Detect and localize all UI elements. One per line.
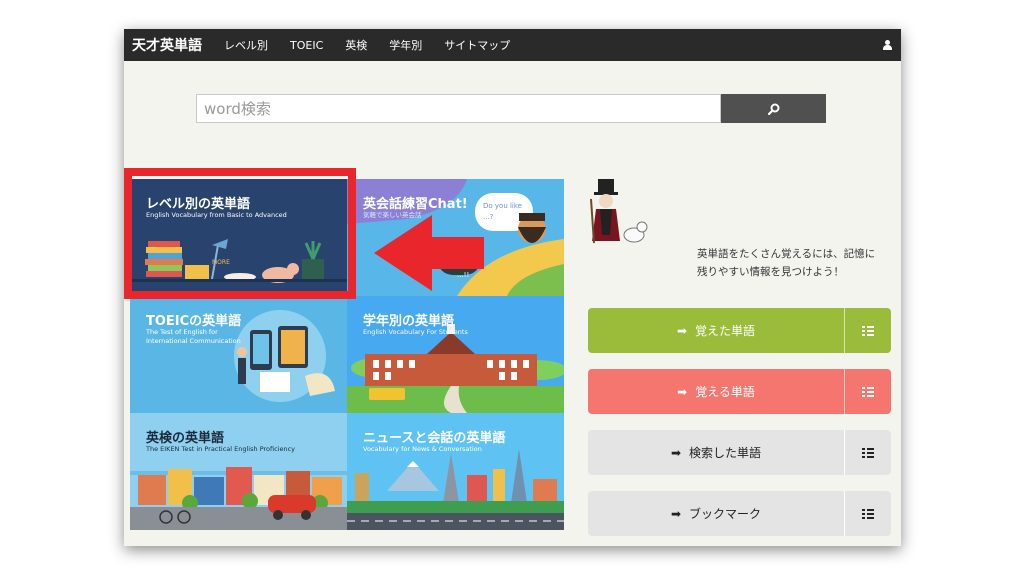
top-navbar: 天才英単語 レベル別 TOEIC 英検 学年別 サイトマップ (124, 29, 901, 61)
tile-title: ニュースと会話の英単語 (363, 431, 506, 446)
searched-words-main[interactable]: ➡ 検索した単語 (588, 430, 844, 475)
arrow-right-icon: ➡ (670, 506, 682, 521)
highlight-box (124, 168, 356, 299)
button-label: 覚える単語 (695, 385, 755, 399)
tile-subtitle: Vocabulary for News & Conversation (363, 445, 482, 453)
to-memorize-words-list-button[interactable] (844, 369, 891, 414)
tile-grade[interactable]: 学年別の英単語 English Vocabulary For Students (347, 296, 564, 413)
bookmark-list-button[interactable] (844, 491, 891, 536)
tile-title: 学年別の英単語 (363, 314, 455, 329)
bookmark-button[interactable]: ➡ ブックマーク (588, 491, 891, 536)
search-button[interactable] (721, 94, 826, 123)
arrow-right-icon: ➡ (670, 445, 682, 460)
search-icon (767, 103, 779, 115)
arrow-right-icon: ➡ (677, 384, 688, 399)
button-label: ブックマーク (689, 507, 762, 521)
tile-subtitle: The EIKEN Test in Practical English Prof… (146, 445, 296, 453)
tile-title: TOEICの英単語 (146, 314, 242, 329)
tile-eiken[interactable]: 英検の英単語 The EIKEN Test in Practical Engli… (130, 413, 347, 530)
to-memorize-words-button[interactable]: ➡ 覚える単語 (588, 369, 891, 414)
browser-window: 天才英単語 レベル別 TOEIC 英検 学年別 サイトマップ word検索 レベ… (124, 29, 901, 546)
tile-subtitle: The Test of English for International Co… (146, 328, 241, 345)
tip-line-1: 英単語をたくさん覚えるには、記憶に (697, 248, 876, 260)
user-icon[interactable] (883, 40, 892, 50)
memorized-words-button[interactable]: ➡ 覚えた単語 (588, 308, 891, 353)
search-input[interactable] (196, 94, 721, 123)
list-icon (862, 386, 874, 397)
list-icon (862, 447, 874, 458)
chat-bubble-question: Do you like ...? (483, 202, 522, 221)
to-memorize-words-main[interactable]: ➡ 覚える単語 (588, 369, 844, 414)
search-bar (196, 94, 826, 123)
searched-words-button[interactable]: ➡ 検索した単語 (588, 430, 891, 475)
tile-title: 英会話練習Chat! (363, 197, 468, 212)
nav-item-eiken[interactable]: 英検 (345, 37, 367, 53)
tile-news[interactable]: ニュースと会話の英単語 Vocabulary for News & Conver… (347, 413, 564, 530)
tile-toeic[interactable]: TOEICの英単語 The Test of English for Intern… (130, 296, 347, 413)
tile-title: 英検の英単語 (146, 431, 225, 446)
button-label: 覚えた単語 (695, 324, 756, 338)
button-label: 検索した単語 (689, 446, 762, 460)
nav-item-level[interactable]: レベル別 (224, 37, 268, 53)
mascot-icon (590, 179, 648, 244)
nav-item-sitemap[interactable]: サイトマップ (444, 37, 510, 53)
list-icon (862, 325, 874, 336)
nav-item-toeic[interactable]: TOEIC (290, 39, 323, 52)
tip-text: 英単語をたくさん覚えるには、記憶に 残りやすい情報を見つけよう！ (697, 246, 897, 282)
tip-line-2: 残りやすい情報を見つけよう！ (697, 265, 844, 278)
tile-subtitle: English Vocabulary For Students (363, 328, 468, 336)
list-icon (862, 508, 874, 519)
searched-words-list-button[interactable] (844, 430, 891, 475)
memorized-words-list-button[interactable] (844, 308, 891, 353)
nav-item-grade[interactable]: 学年別 (389, 37, 422, 53)
site-logo[interactable]: 天才英単語 (132, 35, 202, 55)
memorized-words-main[interactable]: ➡ 覚えた単語 (588, 308, 844, 353)
arrow-right-icon: ➡ (676, 323, 688, 338)
bookmark-main[interactable]: ➡ ブックマーク (588, 491, 844, 536)
red-arrow-icon (374, 215, 484, 291)
